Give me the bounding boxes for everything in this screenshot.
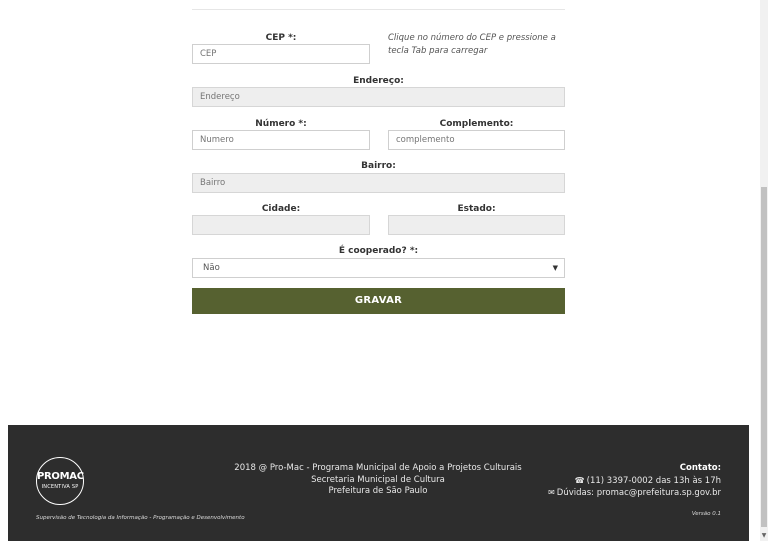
- chevron-down-icon: ▼: [552, 264, 558, 272]
- endereco-label: Endereço:: [353, 76, 404, 86]
- estado-input[interactable]: [388, 215, 565, 235]
- contact-phone-row: ☎ (11) 3397-0002 das 13h às 17h: [548, 475, 721, 488]
- page-scrollbar[interactable]: ▼: [760, 0, 768, 541]
- cooperado-label: É cooperado? *:: [338, 246, 419, 256]
- cooperado-select[interactable]: Não ▼: [192, 258, 565, 278]
- estado-label: Estado:: [457, 204, 496, 214]
- bairro-label: Bairro:: [361, 161, 396, 171]
- contact-title: Contato:: [679, 463, 721, 473]
- phone-icon: ☎: [574, 475, 585, 485]
- contact-email[interactable]: Dúvidas: promac@prefeitura.sp.gov.br: [557, 488, 721, 498]
- complemento-label: Complemento:: [439, 119, 514, 129]
- page-footer: PROMAC INCENTIVA SP 2018 @ Pro-Mac - Pro…: [8, 425, 749, 541]
- numero-label: Número *:: [255, 119, 307, 129]
- complemento-input[interactable]: [388, 130, 565, 150]
- footer-prefeitura-line: Prefeitura de São Paulo: [328, 486, 428, 496]
- top-divider: [192, 9, 565, 10]
- scroll-down-arrow-icon[interactable]: ▼: [760, 531, 768, 541]
- bairro-input[interactable]: [192, 173, 565, 193]
- contact-phone: (11) 3397-0002 das 13h às 17h: [586, 475, 721, 486]
- footer-info: 2018 @ Pro-Mac - Programa Municipal de A…: [188, 463, 568, 498]
- promac-logo: PROMAC INCENTIVA SP: [36, 457, 84, 505]
- gravar-button[interactable]: GRAVAR: [192, 288, 565, 314]
- numero-input[interactable]: [192, 130, 370, 150]
- cooperado-selected-value: Não: [203, 263, 220, 273]
- contact-email-row: ✉ Dúvidas: promac@prefeitura.sp.gov.br: [548, 487, 721, 500]
- logo-line1: PROMAC: [37, 471, 84, 482]
- footer-contact: Contato: ☎ (11) 3397-0002 das 13h às 17h …: [548, 463, 721, 500]
- logo-line2: INCENTIVA SP: [41, 484, 79, 490]
- envelope-icon: ✉: [548, 488, 555, 497]
- footer-secretaria-line: Secretaria Municipal de Cultura: [311, 474, 445, 485]
- cep-label: CEP *:: [265, 33, 297, 43]
- cidade-label: Cidade:: [261, 204, 301, 214]
- footer-credit: Supervisão de Tecnologia da Informação -…: [36, 515, 245, 521]
- endereco-input[interactable]: [192, 87, 565, 107]
- footer-program-line: 2018 @ Pro-Mac - Programa Municipal de A…: [234, 463, 522, 473]
- scrollbar-thumb[interactable]: [761, 187, 767, 527]
- cep-hint: Clique no número do CEP e pressione a te…: [388, 33, 556, 56]
- cep-input[interactable]: [192, 44, 370, 64]
- cidade-input[interactable]: [192, 215, 370, 235]
- version-label: Versão 0.1: [691, 511, 721, 517]
